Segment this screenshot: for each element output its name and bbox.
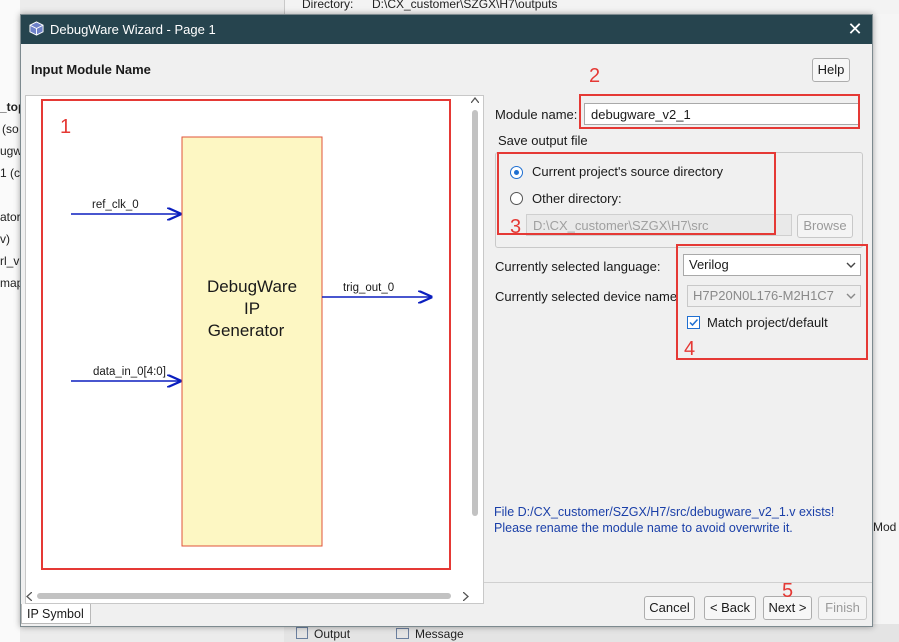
warning-notice-line2: Please rename the module name to avoid o…	[494, 521, 793, 535]
cancel-button[interactable]: Cancel	[644, 596, 695, 620]
annotation-box-3	[497, 152, 776, 235]
scroll-left-icon[interactable]	[26, 592, 32, 601]
dialog-title: DebugWare Wizard - Page 1	[50, 22, 216, 37]
annotation-box-4	[676, 244, 868, 360]
annotation-number-2: 2	[589, 65, 601, 87]
output-tab-icon	[296, 627, 308, 639]
app-cube-icon	[29, 21, 44, 36]
background-fragment-right: Mod	[873, 520, 897, 534]
annotation-box-1	[41, 99, 451, 570]
device-label: Currently selected device name	[495, 289, 678, 304]
browse-button[interactable]: Browse	[797, 214, 853, 238]
background-fragment: 1 (c	[0, 166, 21, 180]
horizontal-scrollbar[interactable]	[26, 590, 481, 602]
background-fragment: ugw	[0, 144, 23, 158]
footer-divider	[484, 582, 872, 583]
output-tab-label: Output	[314, 627, 351, 641]
message-tab[interactable]: Message	[396, 627, 464, 641]
vertical-scrollbar[interactable]	[469, 97, 481, 587]
message-tab-label: Message	[415, 627, 464, 641]
scroll-up-icon[interactable]	[471, 97, 479, 103]
background-directory-value: D:\CX_customer\SZGX\H7\outputs	[372, 0, 558, 11]
message-tab-icon	[396, 628, 409, 639]
save-output-label: Save output file	[498, 133, 588, 148]
background-fragment: v)	[0, 232, 10, 246]
background-fragment: rl_v	[0, 254, 20, 268]
annotation-number-5: 5	[782, 580, 794, 602]
annotation-number-1: 1	[60, 116, 72, 138]
vertical-scroll-thumb[interactable]	[472, 110, 478, 516]
annotation-number-3: 3	[510, 216, 522, 238]
finish-button[interactable]: Finish	[818, 596, 867, 620]
help-button[interactable]: Help	[812, 58, 850, 82]
close-icon[interactable]: ✕	[843, 17, 867, 41]
output-tab[interactable]: Output	[296, 627, 350, 641]
language-label: Currently selected language:	[495, 259, 661, 274]
back-button[interactable]: < Back	[704, 596, 756, 620]
warning-notice-line1: File D:/CX_customer/SZGX/H7/src/debugwar…	[494, 505, 835, 519]
scroll-right-icon[interactable]	[463, 592, 469, 601]
module-name-label: Module name:	[495, 107, 578, 122]
dialog-titlebar[interactable]: DebugWare Wizard - Page 1 ✕	[21, 15, 872, 44]
background-fragment: ator	[0, 210, 21, 224]
horizontal-scroll-thumb[interactable]	[37, 593, 451, 599]
annotation-box-2	[579, 94, 860, 129]
background-fragment: (so	[2, 122, 19, 136]
background-left-pane	[0, 0, 20, 642]
annotation-number-4: 4	[684, 338, 696, 360]
page-heading: Input Module Name	[31, 62, 151, 77]
ip-symbol-tab[interactable]: IP Symbol	[21, 604, 91, 624]
background-right-pane	[870, 14, 899, 642]
background-directory-label: Directory:	[302, 0, 354, 11]
